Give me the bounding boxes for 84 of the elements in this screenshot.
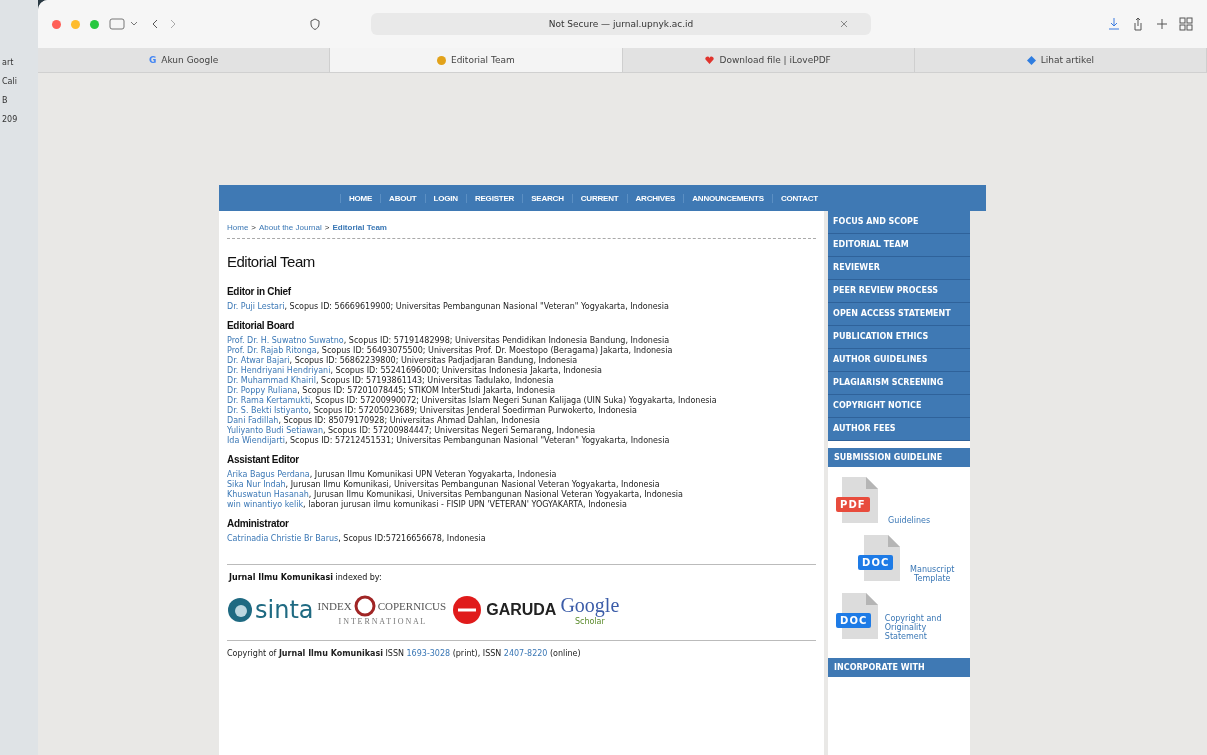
sidebar-link[interactable]: OPEN ACCESS STATEMENT: [828, 303, 970, 326]
issn-link[interactable]: 1693-3028: [406, 649, 451, 658]
member-name-link[interactable]: Dr. S. Bekti Istiyanto: [227, 406, 309, 415]
member-name-link[interactable]: Arika Bagus Perdana: [227, 470, 310, 479]
nav-link[interactable]: ABOUT: [380, 193, 425, 203]
nav-link[interactable]: LOGIN: [424, 193, 466, 203]
copernicus-logo[interactable]: INDEX COPERNICUS I N T E R N A T I O N A L: [317, 594, 447, 626]
breadcrumb-separator: >: [251, 223, 256, 232]
indexed-by-label: Jurnal Ilmu Komunikasi indexed by:: [229, 573, 383, 582]
window-text: B: [1, 96, 9, 105]
sidebar-link[interactable]: PLAGIARISM SCREENING: [828, 372, 970, 395]
member-entry: Arika Bagus Perdana, Jurusan Ilmu Komunikasi UPN Veteran Yogyakarta, Indonesia: [227, 470, 558, 480]
copyright-text: Copyright of Jurnal Ilmu Komunikasi ISSN 1693-3028 (print), ISSN 2407-8220 (online): [227, 640, 817, 658]
sidebar-link[interactable]: PUBLICATION ETHICS: [828, 326, 970, 349]
file-link[interactable]: Guidelines: [888, 516, 931, 525]
section-heading: Administrator: [227, 518, 290, 529]
tab-title: Editorial Team: [450, 55, 515, 65]
member-name-link[interactable]: Prof. Dr. H. Suwatno Suwatno: [227, 336, 344, 345]
tab-title: Download file | iLovePDF: [719, 55, 831, 65]
file-type-label: DOC: [836, 613, 872, 628]
nav-link[interactable]: REGISTER: [465, 193, 523, 203]
nav-link[interactable]: ANNOUNCEMENTS: [683, 193, 772, 203]
sidebar-link[interactable]: EDITORIAL TEAM: [828, 234, 970, 257]
sidebar-link[interactable]: REVIEWER: [828, 257, 970, 280]
file-link[interactable]: Template: [913, 574, 951, 583]
file-type-label: PDF: [836, 497, 870, 512]
breadcrumb-link[interactable]: Home: [227, 223, 249, 232]
member-name-link[interactable]: Dr. Puji Lestari: [227, 302, 285, 311]
google-icon: G: [148, 55, 157, 65]
member-entry: Dr. Hendriyani Hendriyani, Scopus ID: 55241696000; Universitas Indonesia Jakarta, Indonesia: [227, 366, 603, 376]
nav-link[interactable]: CURRENT: [571, 193, 627, 203]
section-heading: Assistant Editor: [227, 454, 300, 465]
tab-title: Lihat artikel: [1040, 55, 1094, 65]
nav-link[interactable]: HOME: [339, 193, 381, 203]
member-name-link[interactable]: Yuliyanto Budi Setiawan: [227, 426, 323, 435]
sidebar-link[interactable]: AUTHOR GUIDELINES: [828, 349, 970, 372]
member-name-link[interactable]: Dr. Atwar Bajari: [227, 356, 290, 365]
address-bar[interactable]: Not Secure — jurnal.upnyk.ac.id: [371, 13, 871, 35]
garuda-logo[interactable]: GARUDA: [450, 595, 557, 625]
member-entry: Dr. Poppy Ruliana, Scopus ID: 57201078445; STIKOM InterStudi Jakarta, Indonesia: [227, 386, 557, 396]
member-entry: Dr. Puji Lestari, Scopus ID: 56669619900; Universitas Pembangunan Nasional "Veteran" Yogyakarta, Indonesia: [227, 302, 670, 312]
section-heading: Editor in Chief: [227, 286, 292, 297]
member-name-link[interactable]: Khuswatun Hasanah: [227, 490, 309, 499]
member-entry: win winantiyo kelik, laboran jurusan ilmu komunikasi - FISIP UPN 'VETERAN' YOGYAKARTA, Indonesia: [227, 500, 628, 510]
issn-link[interactable]: 2407-8220: [503, 649, 548, 658]
member-entry: Dr. Muhammad Khairil, Scopus ID: 57193861143; Universitas Tadulako, Indonesia: [227, 376, 555, 386]
member-entry: Sika Nur Indah, Jurusan Ilmu Komunikasi, Universitas Pembangunan Nasional Veteran Yogyakarta, Indonesia: [227, 480, 661, 490]
member-entry: Prof. Dr. H. Suwatno Suwatno, Scopus ID: 57191482998; Universitas Pendidikan Indonesia Bandung, Indonesia: [227, 336, 671, 346]
sidebar-link[interactable]: COPYRIGHT NOTICE: [828, 395, 970, 418]
member-entry: Khuswatun Hasanah, Jurusan Ilmu Komunikasi, Universitas Pembangunan Nasional Veteran Yogyakarta, Indonesia: [227, 490, 684, 500]
member-entry: Prof. Dr. Rajab Ritonga, Scopus ID: 56493075500; Universitas Prof. Dr. Moestopo (Beragama) Jakarta, Indonesia: [227, 346, 674, 356]
window-text: art: [1, 58, 15, 67]
tab-title: Akun Google: [161, 55, 219, 65]
member-entry: Ida Wiendijarti, Scopus ID: 57212451531; Universitas Pembangunan Nasional "Veteran" Yogyakarta, Indonesia: [227, 436, 671, 446]
member-entry: Dani Fadillah, Scopus ID: 85079170928; Universitas Ahmad Dahlan, Indonesia: [227, 416, 541, 426]
member-name-link[interactable]: Prof. Dr. Rajab Ritonga: [227, 346, 317, 355]
member-name-link[interactable]: Sika Nur Indah: [227, 480, 286, 489]
sidebar-heading: INCORPORATE WITH: [828, 658, 970, 677]
sidebar-link[interactable]: PEER REVIEW PROCESS: [828, 280, 970, 303]
section-heading: Editorial Board: [227, 320, 296, 331]
browser-tab[interactable]: Editorial Team: [330, 48, 623, 72]
window-text: 209: [1, 115, 19, 124]
nav-link[interactable]: ARCHIVES: [626, 193, 684, 203]
member-entry: Catrinadia Christie Br Barus, Scopus ID:57216656678, Indonesia: [227, 534, 487, 544]
sidebar-link[interactable]: FOCUS AND SCOPE: [828, 211, 970, 234]
sinta-logo[interactable]: sinta: [227, 596, 314, 624]
file-type-label: DOC: [858, 555, 894, 570]
sidebar-heading: SUBMISSION GUIDELINE: [828, 448, 970, 467]
nav-link[interactable]: CONTACT: [771, 193, 826, 203]
member-entry: Dr. Atwar Bajari, Scopus ID: 56862239800; Universitas Padjadjaran Bandung, Indonesia: [227, 356, 579, 366]
window-text: Cali: [1, 77, 18, 86]
scholar-logo[interactable]: Google Scholar: [560, 594, 620, 626]
file-link[interactable]: Manuscript: [910, 565, 955, 574]
sidebar-link[interactable]: AUTHOR FEES: [828, 418, 970, 441]
breadcrumb-link[interactable]: About the Journal: [259, 223, 322, 232]
breadcrumb-separator: >: [324, 223, 330, 232]
member-name-link[interactable]: Ida Wiendijarti: [227, 436, 285, 445]
breadcrumb-link[interactable]: Editorial Team: [332, 223, 387, 232]
page-title: Editorial Team: [227, 253, 316, 270]
file-link[interactable]: Copyright and Originality Statement: [884, 614, 964, 641]
member-entry: Dr. S. Bekti Istiyanto, Scopus ID: 57205023689; Universitas Jenderal Soedirman Purwokerto, Indonesia: [227, 406, 638, 416]
member-entry: Dr. Rama Kertamukti, Scopus ID: 57200990072; Universitas Islam Negeri Sunan Kalijaga (UIN Suka) Yogyakarta, Indonesia: [227, 396, 718, 406]
nav-link[interactable]: SEARCH: [522, 193, 572, 203]
member-entry: Yuliyanto Budi Setiawan, Scopus ID: 57200984447; Universitas Negeri Semarang, Indonesia: [227, 426, 597, 436]
